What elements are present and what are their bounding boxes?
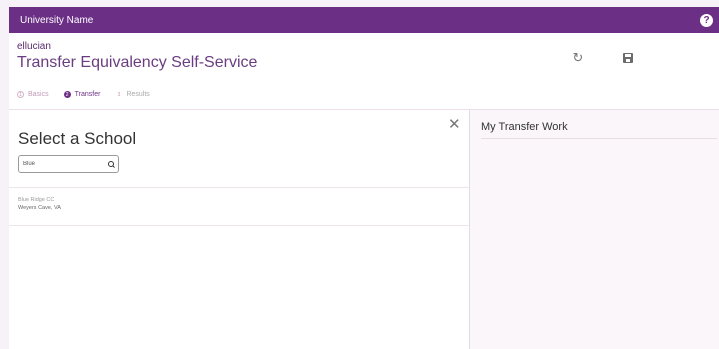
- transfer-work-title: My Transfer Work: [481, 121, 568, 133]
- step-label: Transfer: [74, 91, 101, 98]
- save-button[interactable]: [620, 50, 636, 66]
- brand-logo: ellucian: [17, 41, 51, 52]
- step-basics[interactable]: 1 Basics: [17, 91, 49, 98]
- school-search-input[interactable]: [23, 161, 103, 167]
- university-name: University Name: [20, 14, 94, 26]
- step-label: Basics: [28, 91, 49, 98]
- panel-title: Select a School: [18, 129, 137, 148]
- school-result-list: Blue Ridge CC Weyers Cave, VA: [9, 187, 469, 226]
- close-button[interactable]: ✕: [448, 115, 461, 133]
- refresh-button[interactable]: ↻: [570, 50, 586, 66]
- step-marker: 2: [63, 91, 71, 98]
- close-icon: ✕: [448, 116, 461, 133]
- app-frame: University Name ? ellucian Transfer Equi…: [9, 7, 719, 349]
- app-title: Transfer Equivalency Self-Service: [17, 54, 258, 71]
- progress-steps: 1 Basics 2 Transfer 3 Results: [17, 91, 165, 98]
- step-marker: 1: [17, 91, 24, 98]
- school-search-box: [18, 155, 119, 173]
- school-location: Weyers Cave, VA: [18, 205, 61, 211]
- step-label: Results: [126, 91, 150, 98]
- panel-divider: [481, 138, 717, 139]
- top-bar: University Name ?: [9, 7, 719, 33]
- select-school-panel: Select a School ✕ Blue Ridge CC Weyers C…: [9, 110, 470, 349]
- refresh-icon: ↻: [572, 50, 584, 65]
- transfer-work-panel: My Transfer Work: [470, 110, 719, 349]
- step-results[interactable]: 3 Results: [115, 91, 150, 98]
- help-icon[interactable]: ?: [700, 13, 713, 27]
- search-icon[interactable]: [108, 161, 115, 168]
- school-name: Blue Ridge CC: [18, 197, 55, 203]
- app-header: ellucian Transfer Equivalency Self-Servi…: [9, 33, 719, 84]
- step-marker: 3: [117, 91, 121, 98]
- list-item[interactable]: Blue Ridge CC Weyers Cave, VA: [9, 188, 469, 220]
- save-icon: [623, 53, 633, 63]
- step-transfer[interactable]: 2 Transfer: [63, 91, 101, 98]
